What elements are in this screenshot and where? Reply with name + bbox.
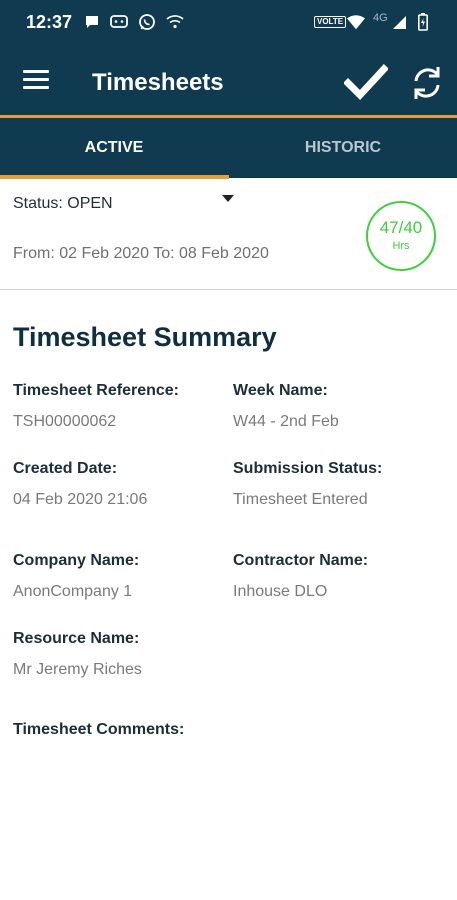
status-dropdown[interactable]: Status: OPEN <box>13 195 113 213</box>
refresh-icon[interactable] <box>408 64 446 102</box>
volte-badge: VOLTE <box>314 16 347 28</box>
field-contractor-name: Contractor Name: Inhouse DLO <box>233 552 443 601</box>
app-bar: Timesheets <box>0 46 457 115</box>
field-value: 04 Feb 2020 21:06 <box>13 491 148 508</box>
wifi-small-icon <box>166 13 184 31</box>
message-icon <box>83 13 101 31</box>
field-label: Timesheet Comments: <box>13 721 185 738</box>
field-timesheet-reference: Timesheet Reference: TSH00000062 <box>13 382 223 431</box>
field-resource-name: Resource Name: Mr Jeremy Riches <box>13 630 223 679</box>
dropdown-arrow-icon[interactable] <box>222 195 234 202</box>
tab-historic[interactable]: HISTORIC <box>229 118 457 178</box>
page-title: Timesheets <box>92 69 224 96</box>
field-value: Mr Jeremy Riches <box>13 661 142 678</box>
whatsapp-icon <box>138 13 156 31</box>
battery-icon <box>414 13 432 31</box>
field-created-date: Created Date: 04 Feb 2020 21:06 <box>13 460 223 509</box>
field-value: W44 - 2nd Feb <box>233 413 339 430</box>
field-label: Timesheet Reference: <box>13 382 179 399</box>
field-label: Created Date: <box>13 460 118 477</box>
field-value: AnonCompany 1 <box>13 583 133 600</box>
clock: 12:37 <box>26 12 73 32</box>
network-type: 4G <box>373 12 388 24</box>
summary-title: Timesheet Summary <box>13 322 277 352</box>
field-value: Inhouse DLO <box>233 583 328 600</box>
hours-unit: Hrs <box>392 240 410 252</box>
tab-bar: ACTIVE HISTORIC <box>0 118 457 178</box>
status-panel: Status: OPEN From: 02 Feb 2020 To: 08 Fe… <box>0 179 457 290</box>
date-range: From: 02 Feb 2020 To: 08 Feb 2020 <box>13 245 269 262</box>
field-label: Submission Status: <box>233 460 383 477</box>
field-label: Contractor Name: <box>233 552 369 569</box>
hours-indicator: 47/40 Hrs <box>366 201 436 271</box>
chat-icon <box>110 13 128 31</box>
status-bar: 12:37 VOLTE 4G <box>0 0 457 46</box>
field-timesheet-comments: Timesheet Comments: <box>13 721 223 752</box>
field-value: TSH00000062 <box>13 413 117 430</box>
field-submission-status: Submission Status: Timesheet Entered <box>233 460 443 509</box>
field-company-name: Company Name: AnonCompany 1 <box>13 552 223 601</box>
field-label: Company Name: <box>13 552 140 569</box>
field-label: Resource Name: <box>13 630 140 647</box>
tab-active[interactable]: ACTIVE <box>0 118 228 178</box>
field-value: Timesheet Entered <box>233 491 368 508</box>
field-week-name: Week Name: W44 - 2nd Feb <box>233 382 443 431</box>
signal-icon <box>390 13 408 31</box>
submit-check-icon[interactable] <box>343 62 389 102</box>
wifi-icon <box>347 13 365 31</box>
field-label: Week Name: <box>233 382 328 399</box>
hours-value: 47/40 <box>379 218 423 237</box>
menu-icon[interactable] <box>23 70 49 90</box>
